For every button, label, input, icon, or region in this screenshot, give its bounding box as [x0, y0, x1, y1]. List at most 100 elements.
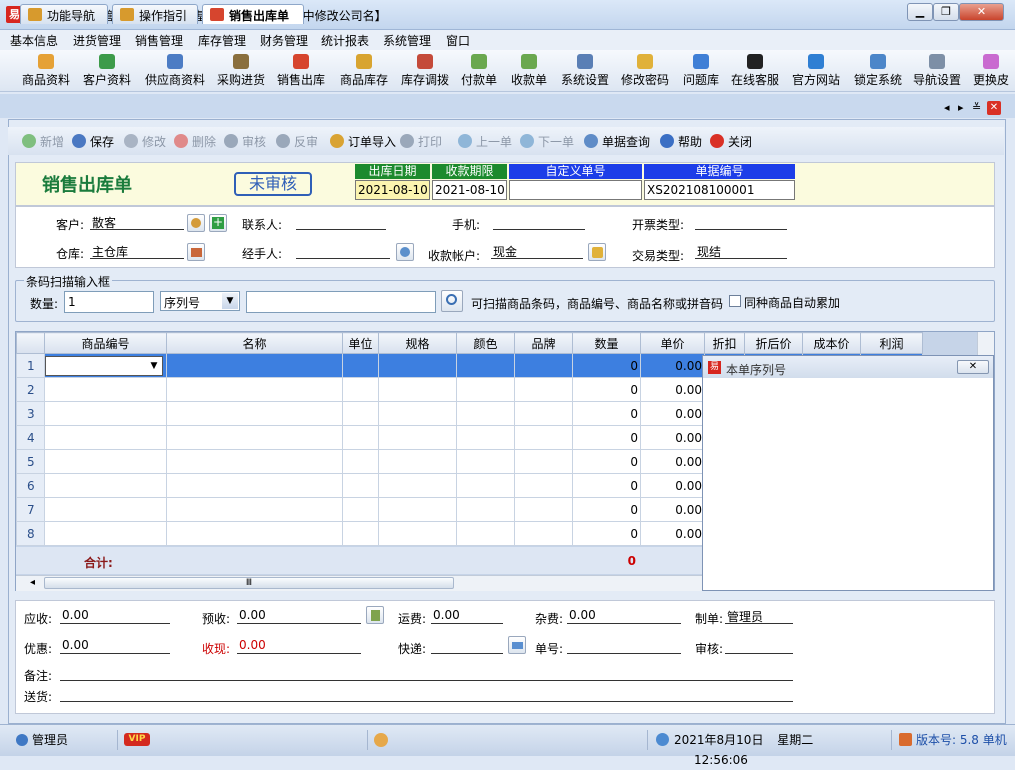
grid-cell[interactable]	[514, 449, 573, 474]
tab-next-button[interactable]: ▸	[958, 101, 964, 114]
grid-cell[interactable]	[456, 377, 515, 402]
grid-cell[interactable]	[514, 377, 573, 402]
menu-item-1[interactable]: 进货管理	[73, 32, 121, 49]
column-header[interactable]: 折后价	[744, 332, 803, 354]
column-header[interactable]: 单位	[342, 332, 379, 354]
column-header[interactable]: 规格	[378, 332, 457, 354]
grid-cell[interactable]	[456, 497, 515, 522]
grid-cell[interactable]	[456, 353, 515, 378]
grid-cell[interactable]	[342, 353, 379, 378]
menu-item-2[interactable]: 销售管理	[135, 32, 183, 49]
grid-cell[interactable]	[514, 497, 573, 522]
express-field[interactable]	[431, 638, 503, 654]
grid-cell[interactable]	[378, 449, 457, 474]
handler-lookup-button[interactable]	[396, 243, 414, 261]
action-button-0[interactable]: 新增	[22, 133, 64, 150]
grid-cell[interactable]	[44, 401, 167, 426]
grid-cell[interactable]	[456, 425, 515, 450]
toolbar-button-6[interactable]: 库存调拨	[396, 52, 454, 90]
grid-cell[interactable]	[44, 377, 167, 402]
action-button-8[interactable]: 上一单	[458, 133, 512, 150]
toolbar-button-0[interactable]: 商品资料	[16, 52, 76, 90]
scan-quantity-input[interactable]: 1	[64, 291, 154, 313]
grid-cell[interactable]	[44, 473, 167, 498]
column-header[interactable]: 商品编号	[44, 332, 167, 354]
grid-cell[interactable]: 0.00	[640, 521, 705, 546]
action-button-1[interactable]: 保存	[72, 133, 114, 150]
warehouse-lookup-button[interactable]	[187, 243, 205, 261]
express-lookup-button[interactable]	[508, 636, 526, 654]
grid-cell[interactable]	[166, 401, 343, 426]
column-header[interactable]: 单价	[640, 332, 705, 354]
tab-prev-button[interactable]: ◂	[944, 101, 950, 114]
grid-cell[interactable]	[514, 353, 573, 378]
tab-function-nav[interactable]: 功能导航	[20, 4, 108, 24]
action-button-12[interactable]: 关闭	[710, 133, 752, 150]
remark-field[interactable]	[60, 665, 793, 681]
chevron-down-icon[interactable]: ▼	[147, 358, 161, 374]
toolbar-button-1[interactable]: 客户资料	[76, 52, 138, 90]
grid-cell[interactable]	[342, 425, 379, 450]
prepaid-field[interactable]: 0.00	[237, 608, 361, 624]
scroll-left-button[interactable]: ◂	[30, 577, 35, 588]
action-button-4[interactable]: 审核	[224, 133, 266, 150]
toolbar-button-13[interactable]: 官方网站	[786, 52, 846, 90]
grid-cell[interactable]: 0	[572, 377, 641, 402]
close-window-button[interactable]: ✕	[959, 3, 1004, 21]
tab-close-button[interactable]: ✕	[987, 101, 1001, 115]
column-header[interactable]: 颜色	[456, 332, 515, 354]
warehouse-field[interactable]: 主仓库	[90, 243, 184, 259]
action-button-10[interactable]: 单据查询	[584, 133, 650, 150]
delivery-field[interactable]	[60, 686, 793, 702]
menu-item-5[interactable]: 统计报表	[321, 32, 369, 49]
receivable-field[interactable]: 0.00	[60, 608, 170, 624]
grid-cell[interactable]	[166, 497, 343, 522]
action-button-7[interactable]: 打印	[400, 133, 442, 150]
grid-cell[interactable]	[378, 473, 457, 498]
grid-cell[interactable]	[166, 425, 343, 450]
grid-cell[interactable]	[456, 473, 515, 498]
grid-cell[interactable]	[44, 425, 167, 450]
menu-item-7[interactable]: 窗口	[446, 32, 470, 49]
action-button-5[interactable]: 反审	[276, 133, 318, 150]
toolbar-button-14[interactable]: 锁定系统	[848, 52, 908, 90]
menu-item-6[interactable]: 系统管理	[383, 32, 431, 49]
due-date-field[interactable]: 2021-08-10	[432, 180, 507, 200]
chevron-down-icon[interactable]: ▼	[222, 293, 238, 309]
barcode-search-button[interactable]	[441, 290, 463, 312]
toolbar-button-4[interactable]: 销售出库	[272, 52, 330, 90]
grid-cell[interactable]	[44, 449, 167, 474]
column-header[interactable]: 成本价	[802, 332, 861, 354]
menu-item-4[interactable]: 财务管理	[260, 32, 308, 49]
grid-cell[interactable]: 0.00	[640, 449, 705, 474]
discount-field[interactable]: 0.00	[60, 638, 170, 654]
grid-cell[interactable]	[378, 353, 457, 378]
toolbar-button-16[interactable]: 更换皮	[968, 52, 1014, 90]
grid-cell[interactable]	[342, 449, 379, 474]
mobile-field[interactable]	[493, 214, 585, 230]
misc-fee-field[interactable]: 0.00	[567, 608, 681, 624]
grid-cell[interactable]: 0.00	[640, 497, 705, 522]
grid-cell[interactable]: 0	[572, 425, 641, 450]
grid-cell[interactable]	[342, 497, 379, 522]
grid-cell[interactable]: 0	[572, 473, 641, 498]
barcode-input[interactable]	[246, 291, 436, 313]
toolbar-button-5[interactable]: 商品库存	[334, 52, 394, 90]
grid-cell[interactable]	[378, 377, 457, 402]
toolbar-button-8[interactable]: 收款单	[506, 52, 552, 90]
shipping-no-field[interactable]	[567, 638, 681, 654]
grid-cell[interactable]	[378, 497, 457, 522]
grid-cell[interactable]: 0.00	[640, 401, 705, 426]
tab-menu-button[interactable]: ≚	[972, 101, 981, 114]
customer-field[interactable]: 散客	[90, 214, 184, 230]
toolbar-button-7[interactable]: 付款单	[456, 52, 502, 90]
account-lookup-button[interactable]	[588, 243, 606, 261]
column-header[interactable]: 品牌	[514, 332, 573, 354]
grid-cell[interactable]: 0	[572, 521, 641, 546]
grid-cell[interactable]: 0.00	[640, 473, 705, 498]
toolbar-button-10[interactable]: 修改密码	[616, 52, 674, 90]
grid-cell[interactable]: 0.00	[640, 425, 705, 450]
grid-cell[interactable]: 0	[572, 449, 641, 474]
toolbar-button-11[interactable]: 问题库	[678, 52, 724, 90]
account-field[interactable]: 现金	[491, 243, 583, 259]
